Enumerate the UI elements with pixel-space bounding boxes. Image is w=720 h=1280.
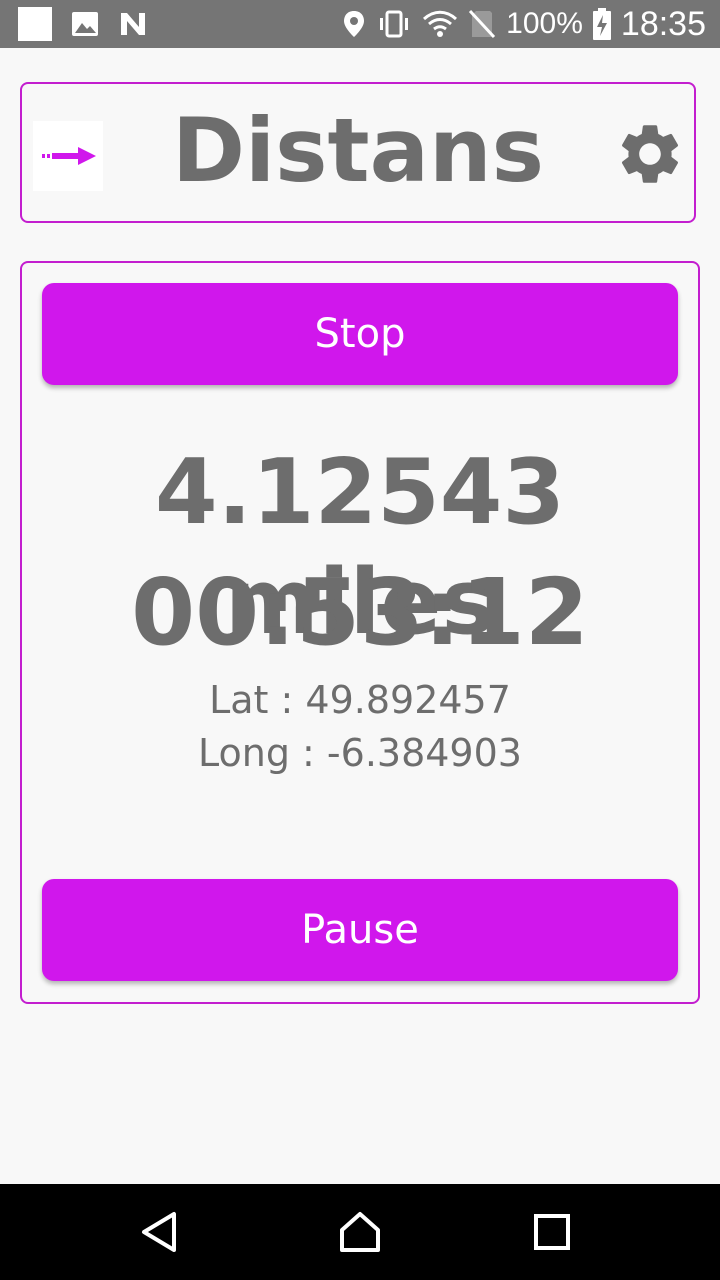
- elapsed-time: 00:53:12: [131, 559, 589, 666]
- status-bar: 100% 18:35: [0, 0, 720, 48]
- recents-icon[interactable]: [528, 1208, 576, 1256]
- stop-button[interactable]: Stop: [42, 283, 678, 385]
- square-notification-icon: [18, 7, 52, 41]
- wifi-icon: [423, 10, 458, 37]
- battery-percentage: 100%: [506, 7, 583, 40]
- vibrate-icon: [380, 10, 409, 38]
- tracker-card: Stop 4.12543 miles 00:53:12 Lat : 49.892…: [20, 261, 700, 1004]
- home-icon[interactable]: [336, 1208, 384, 1256]
- clock: 18:35: [620, 4, 706, 43]
- longitude-label: Long : -6.384903: [198, 731, 522, 775]
- latitude-label: Lat : 49.892457: [209, 678, 511, 722]
- gear-icon[interactable]: [614, 118, 686, 190]
- no-sim-icon: [469, 9, 496, 39]
- location-icon: [344, 11, 365, 37]
- image-icon: [72, 12, 98, 36]
- header-card: Distans: [20, 82, 696, 223]
- battery-charging-icon: [592, 8, 611, 40]
- app-title: Distans: [171, 99, 545, 202]
- navigation-bar: [0, 1184, 720, 1280]
- pause-button[interactable]: Pause: [42, 879, 678, 981]
- n-icon: [121, 13, 145, 35]
- back-icon[interactable]: [136, 1208, 184, 1256]
